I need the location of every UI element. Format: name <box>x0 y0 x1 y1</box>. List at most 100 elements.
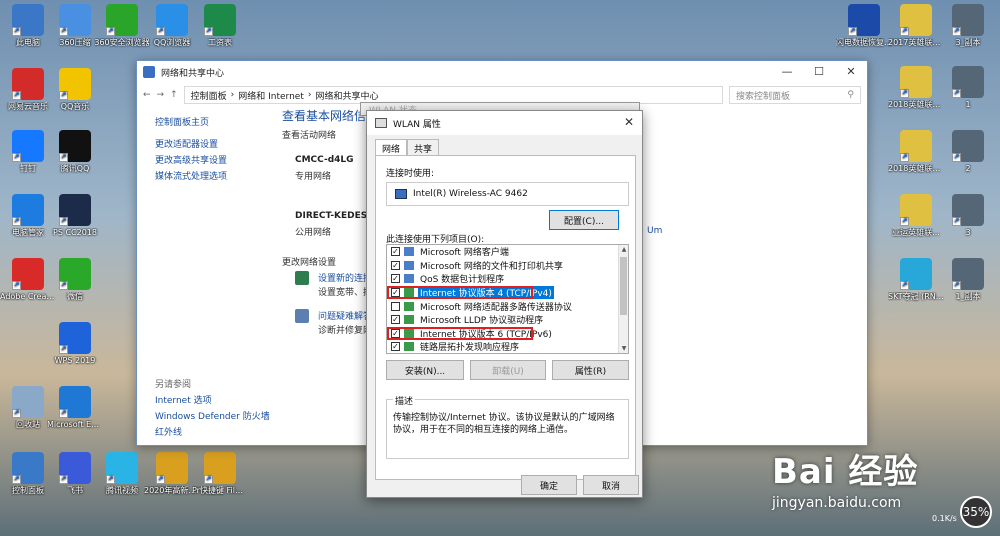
desktop-icon[interactable]: ↗ QQ音乐 <box>47 68 103 112</box>
network-type: 公用网络 <box>295 228 332 238</box>
install-button[interactable]: 安装(N)... <box>386 360 464 380</box>
desktop-icon-label: 1_副本 <box>955 292 981 301</box>
app-icon: ↗ <box>12 258 44 290</box>
desktop-icon[interactable]: ↗ 2017英雄联盟全球总决... <box>888 4 944 48</box>
ok-button[interactable]: 确定 <box>521 475 577 495</box>
desktop-icon[interactable]: ↗ 360安全浏览器 <box>94 4 150 48</box>
item-checkbox[interactable]: ✓ <box>391 274 400 284</box>
item-checkbox[interactable]: ✓ <box>391 328 400 338</box>
watermark-url: jingyan.baidu.com <box>772 495 902 511</box>
desktop-icon[interactable]: ↗ 微信 <box>47 258 103 302</box>
item-checkbox[interactable] <box>391 301 400 311</box>
net-speed-widget: 0.1K/s 35% <box>914 496 996 530</box>
link-advanced-sharing[interactable]: 更改高级共享设置 <box>155 153 275 169</box>
desktop-icon[interactable]: ↗ PS CC2018 <box>47 194 103 238</box>
app-icon: ↗ <box>12 130 44 162</box>
desktop-icon[interactable]: ↗ 2 <box>940 130 996 174</box>
desktop-icon[interactable]: ↗ 2018英雄联盟全球总决... <box>888 130 944 174</box>
page-title: 查看基本网络信息 <box>282 109 379 123</box>
list-scrollbar[interactable]: ▲ ▼ <box>618 245 628 353</box>
desktop-icon[interactable]: ↗ 3_副本 <box>940 4 996 48</box>
link-control-panel-home[interactable]: 控制面板主页 <box>155 115 275 131</box>
shortcut-arrow-icon: ↗ <box>952 27 961 36</box>
list-item[interactable]: ✓ Microsoft 网络客户端 <box>387 245 628 259</box>
desktop-icon[interactable]: ↗ 3 <box>940 194 996 238</box>
list-item[interactable]: ✓ Internet 协议版本 4 (TCP/IPv4) <box>387 285 554 300</box>
app-icon: ↗ <box>12 386 44 418</box>
list-item[interactable]: ✓ Microsoft 网络的文件和打印机共享 <box>387 259 628 273</box>
shortcut-arrow-icon: ↗ <box>900 217 909 226</box>
close-icon[interactable]: ✕ <box>624 115 634 129</box>
items-list[interactable]: ✓ Microsoft 网络客户端 ✓ Microsoft 网络的文件和打印机共享 ✓ Q… <box>386 244 629 354</box>
adapter-name: Intel(R) Wireless-AC 9462 <box>413 189 528 199</box>
desktop-icon-label: WPS 2019 <box>54 356 96 365</box>
back-icon[interactable]: ← <box>143 90 151 100</box>
adapter-field: Intel(R) Wireless-AC 9462 <box>386 182 629 206</box>
app-icon: ↗ <box>900 194 932 226</box>
shortcut-arrow-icon: ↗ <box>156 27 165 36</box>
list-item[interactable]: ✓ Microsoft LLDP 协议驱动程序 <box>387 313 628 327</box>
up-icon[interactable]: ↑ <box>170 90 178 100</box>
desktop-icon[interactable]: ↗ Microsoft Edge <box>47 386 103 430</box>
link-media-streaming[interactable]: 媒体流式处理选项 <box>155 169 275 185</box>
file-printer-share-icon <box>404 260 414 270</box>
shortcut-arrow-icon: ↗ <box>900 89 909 98</box>
scroll-up-icon[interactable]: ▲ <box>619 246 628 253</box>
item-checkbox[interactable]: ✓ <box>391 315 400 325</box>
desktop-icon[interactable]: ↗ 腾讯视频 <box>94 452 150 496</box>
desktop-icon[interactable]: ↗ SKT夺冠 (RNG夺冠)... <box>888 258 944 302</box>
desktop-icon[interactable]: ↗ 闪电数据恢复软件 <box>836 4 892 48</box>
item-checkbox[interactable]: ✓ <box>391 260 400 270</box>
list-item[interactable]: ✓ Internet 协议版本 6 (TCP/IPv6) <box>387 326 552 341</box>
list-item[interactable]: Microsoft 网络适配器多路传送器协议 <box>387 299 628 313</box>
desktop-icon[interactable]: ↗ 1 <box>940 66 996 110</box>
properties-button[interactable]: 属性(R) <box>552 360 629 380</box>
shortcut-arrow-icon: ↗ <box>12 91 21 100</box>
shortcut-arrow-icon: ↗ <box>952 217 961 226</box>
shortcut-arrow-icon: ↗ <box>204 475 213 484</box>
link-internet-options[interactable]: Internet 选项 <box>155 393 270 409</box>
desktop-icon-label: 工资表 <box>208 38 232 47</box>
link-infrared[interactable]: 红外线 <box>155 425 270 441</box>
wlan-properties-dialog: WLAN 属性 ✕ 网络 共享 连接时使用: Intel(R) Wireless… <box>366 110 643 498</box>
desktop-icon-label: 亚运英雄联... <box>892 228 940 237</box>
shortcut-arrow-icon: ↗ <box>59 281 68 290</box>
shortcut-arrow-icon: ↗ <box>59 217 68 226</box>
configure-button[interactable]: 配置(C)... <box>549 210 619 230</box>
item-checkbox[interactable]: ✓ <box>391 288 400 298</box>
desktop-icon[interactable]: ↗ 工资表 <box>192 4 248 48</box>
scroll-thumb[interactable] <box>620 257 627 315</box>
new-connection-icon <box>295 271 309 285</box>
breadcrumb-item[interactable]: 网络和共享中心 <box>315 89 378 102</box>
maximize-button[interactable]: ☐ <box>803 61 835 83</box>
item-label: Microsoft 网络的文件和打印机共享 <box>420 261 563 272</box>
link-defender-firewall[interactable]: Windows Defender 防火墙 <box>155 409 270 425</box>
breadcrumb-item[interactable]: 网络和 Internet <box>238 89 304 102</box>
cancel-button[interactable]: 取消 <box>583 475 639 495</box>
desktop-icon[interactable]: ↗ WPS 2019 <box>47 322 103 366</box>
close-button[interactable]: ✕ <box>835 61 867 83</box>
link-change-adapter-settings[interactable]: 更改适配器设置 <box>155 137 275 153</box>
search-input[interactable]: 搜索控制面板 ⚲ <box>729 86 861 104</box>
protocol-icon <box>404 288 414 298</box>
link-new-connection[interactable]: 设置新的连接 <box>318 271 372 284</box>
desktop-icon-label: QQ音乐 <box>60 102 90 111</box>
app-icon: ↗ <box>12 68 44 100</box>
list-item[interactable]: ✓ QoS 数据包计划程序 <box>387 272 628 286</box>
desktop-icon[interactable]: ↗ Pr快捷键 Filmimpac... <box>192 452 248 496</box>
item-checkbox[interactable]: ✓ <box>391 247 400 257</box>
list-item[interactable]: ✓ 链路层拓扑发现响应程序 <box>387 340 628 353</box>
link-troubleshoot[interactable]: 问题疑难解答 <box>318 309 372 322</box>
minimize-button[interactable]: — <box>771 61 803 83</box>
search-icon: ⚲ <box>847 90 854 100</box>
desktop-icon[interactable]: ↗ 1_副本 <box>940 258 996 302</box>
breadcrumb-item[interactable]: 控制面板 <box>191 89 227 102</box>
forward-icon[interactable]: → <box>157 90 165 100</box>
link-fragment[interactable]: Um <box>647 226 662 236</box>
scroll-down-icon[interactable]: ▼ <box>619 345 628 352</box>
desktop-icon[interactable]: ↗ 亚运英雄联... <box>888 194 944 238</box>
item-checkbox[interactable]: ✓ <box>391 342 400 352</box>
desktop-icon[interactable]: ↗ 钉钉 <box>0 130 56 174</box>
uninstall-button[interactable]: 卸载(U) <box>470 360 546 380</box>
desktop-icon[interactable]: ↗ 2018英雄联盟季中冠军... <box>888 66 944 110</box>
